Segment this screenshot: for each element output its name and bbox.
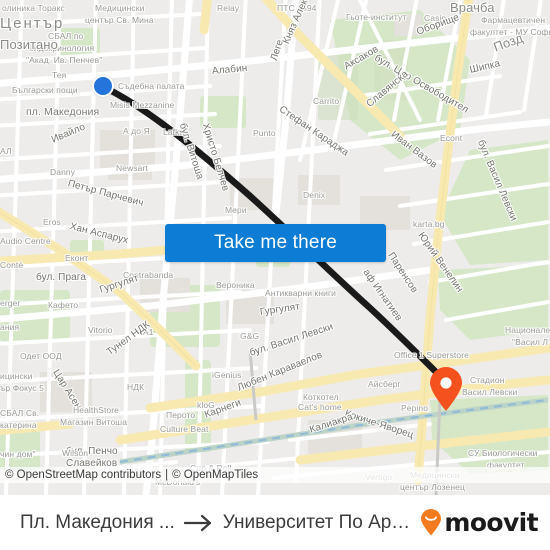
attribution-tiles[interactable]: © OpenMapTiles	[172, 469, 258, 481]
moovit-wordmark: moovit	[444, 508, 538, 537]
route-bottom-bar: Пл. Македония ... Университет По Архитек…	[0, 495, 550, 550]
origin-marker[interactable]	[92, 75, 114, 97]
route-summary[interactable]: Пл. Македония ... Университет По Архитек…	[20, 512, 414, 534]
arrow-right-icon	[183, 514, 211, 531]
route-destination-label: Университет По Архитектура,...	[222, 511, 415, 533]
destination-marker[interactable]	[428, 366, 464, 412]
moovit-route-preview: олиника Торакс Медицински център Св. Мина П…	[0, 0, 550, 550]
moovit-logo[interactable]: moovit	[420, 508, 539, 537]
map-canvas[interactable]: олиника Торакс Медицински център Св. Мина П…	[0, 0, 550, 495]
attribution-osm[interactable]: © OpenStreetMap contributors	[5, 469, 161, 481]
map-attribution: © OpenStreetMap contributors | © OpenMap…	[0, 467, 550, 483]
route-origin-label: Пл. Македония ...	[20, 511, 175, 533]
attribution-separator: |	[165, 469, 169, 481]
take-me-there-button[interactable]: Take me there	[165, 224, 386, 262]
moovit-pin-icon	[421, 509, 442, 536]
